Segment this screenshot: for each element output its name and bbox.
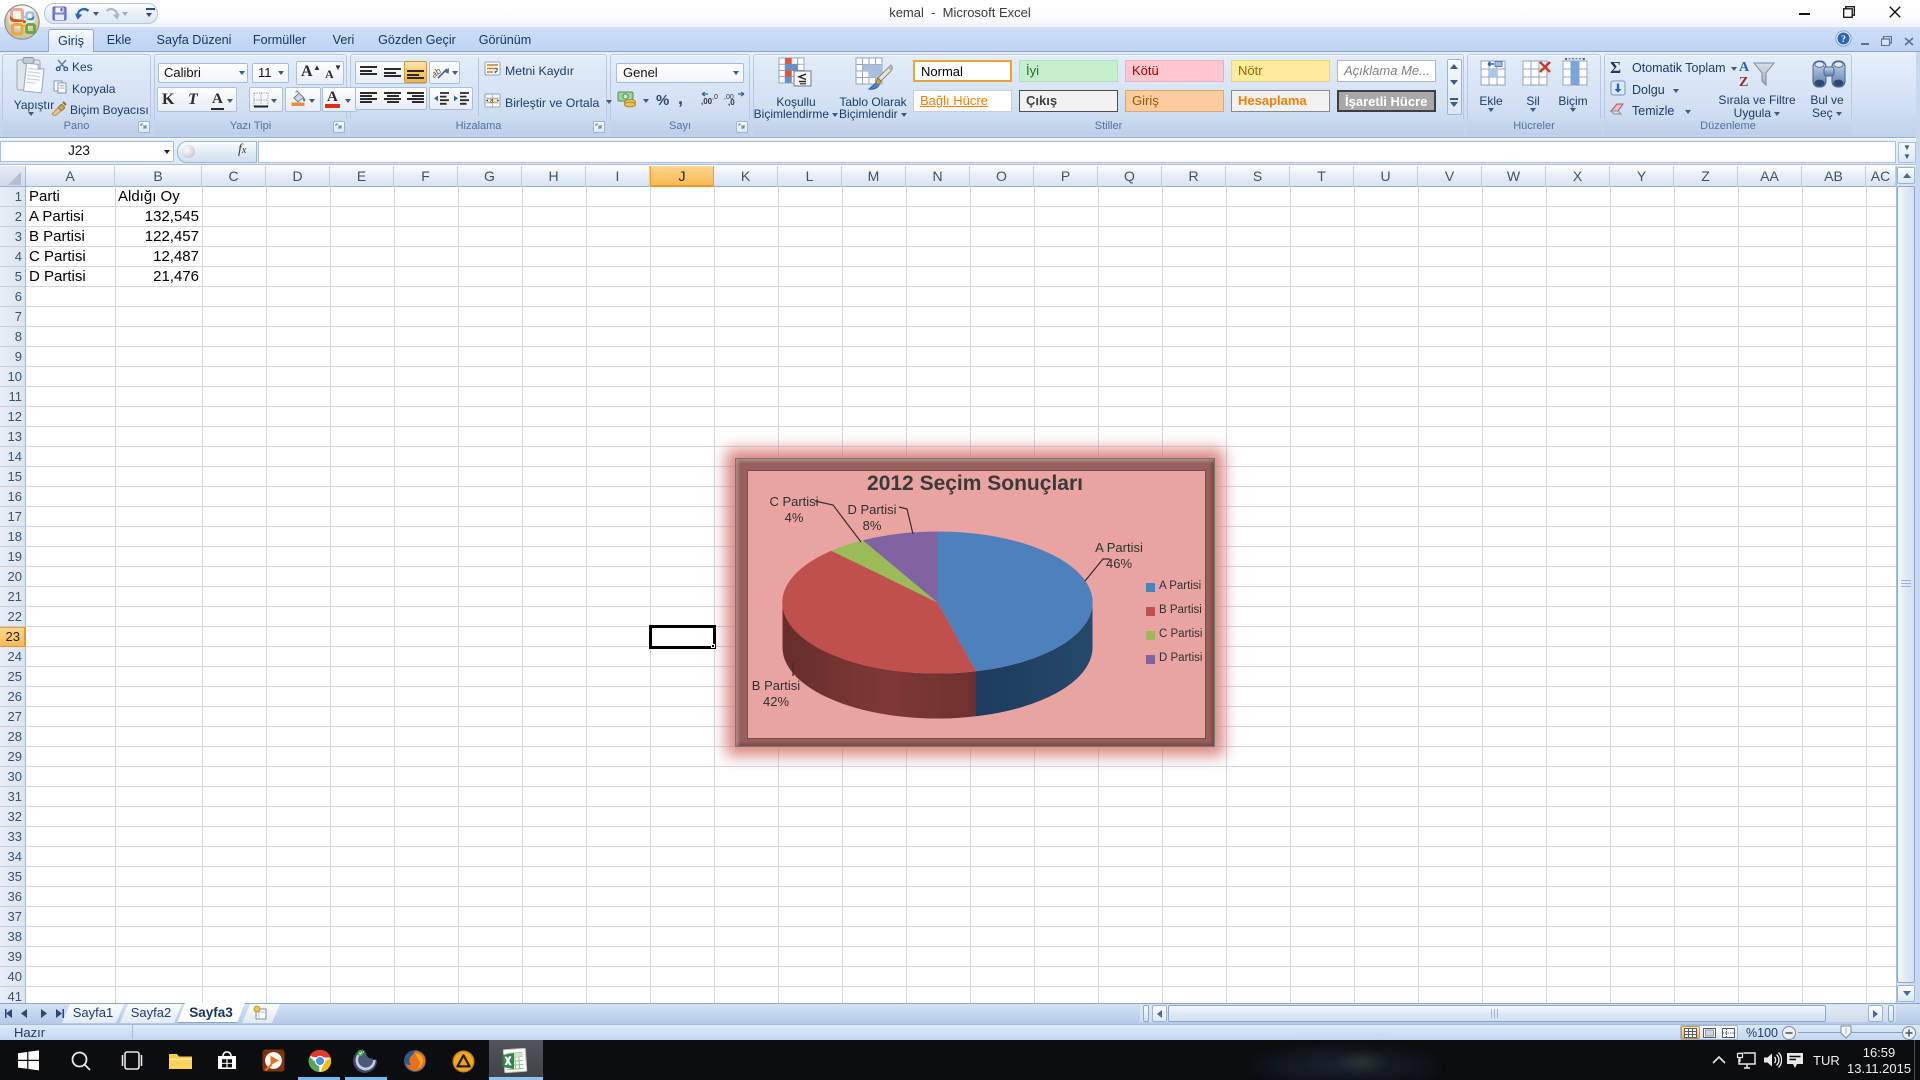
svg-text:A: A (1739, 60, 1750, 75)
svg-text:Z: Z (1739, 75, 1748, 90)
svg-text:?: ? (1841, 35, 1846, 45)
svg-text:a: a (490, 97, 494, 104)
svg-text:,0: ,0 (712, 94, 718, 101)
svg-text:,0: ,0 (728, 98, 735, 106)
svg-text:,00: ,00 (701, 97, 713, 106)
